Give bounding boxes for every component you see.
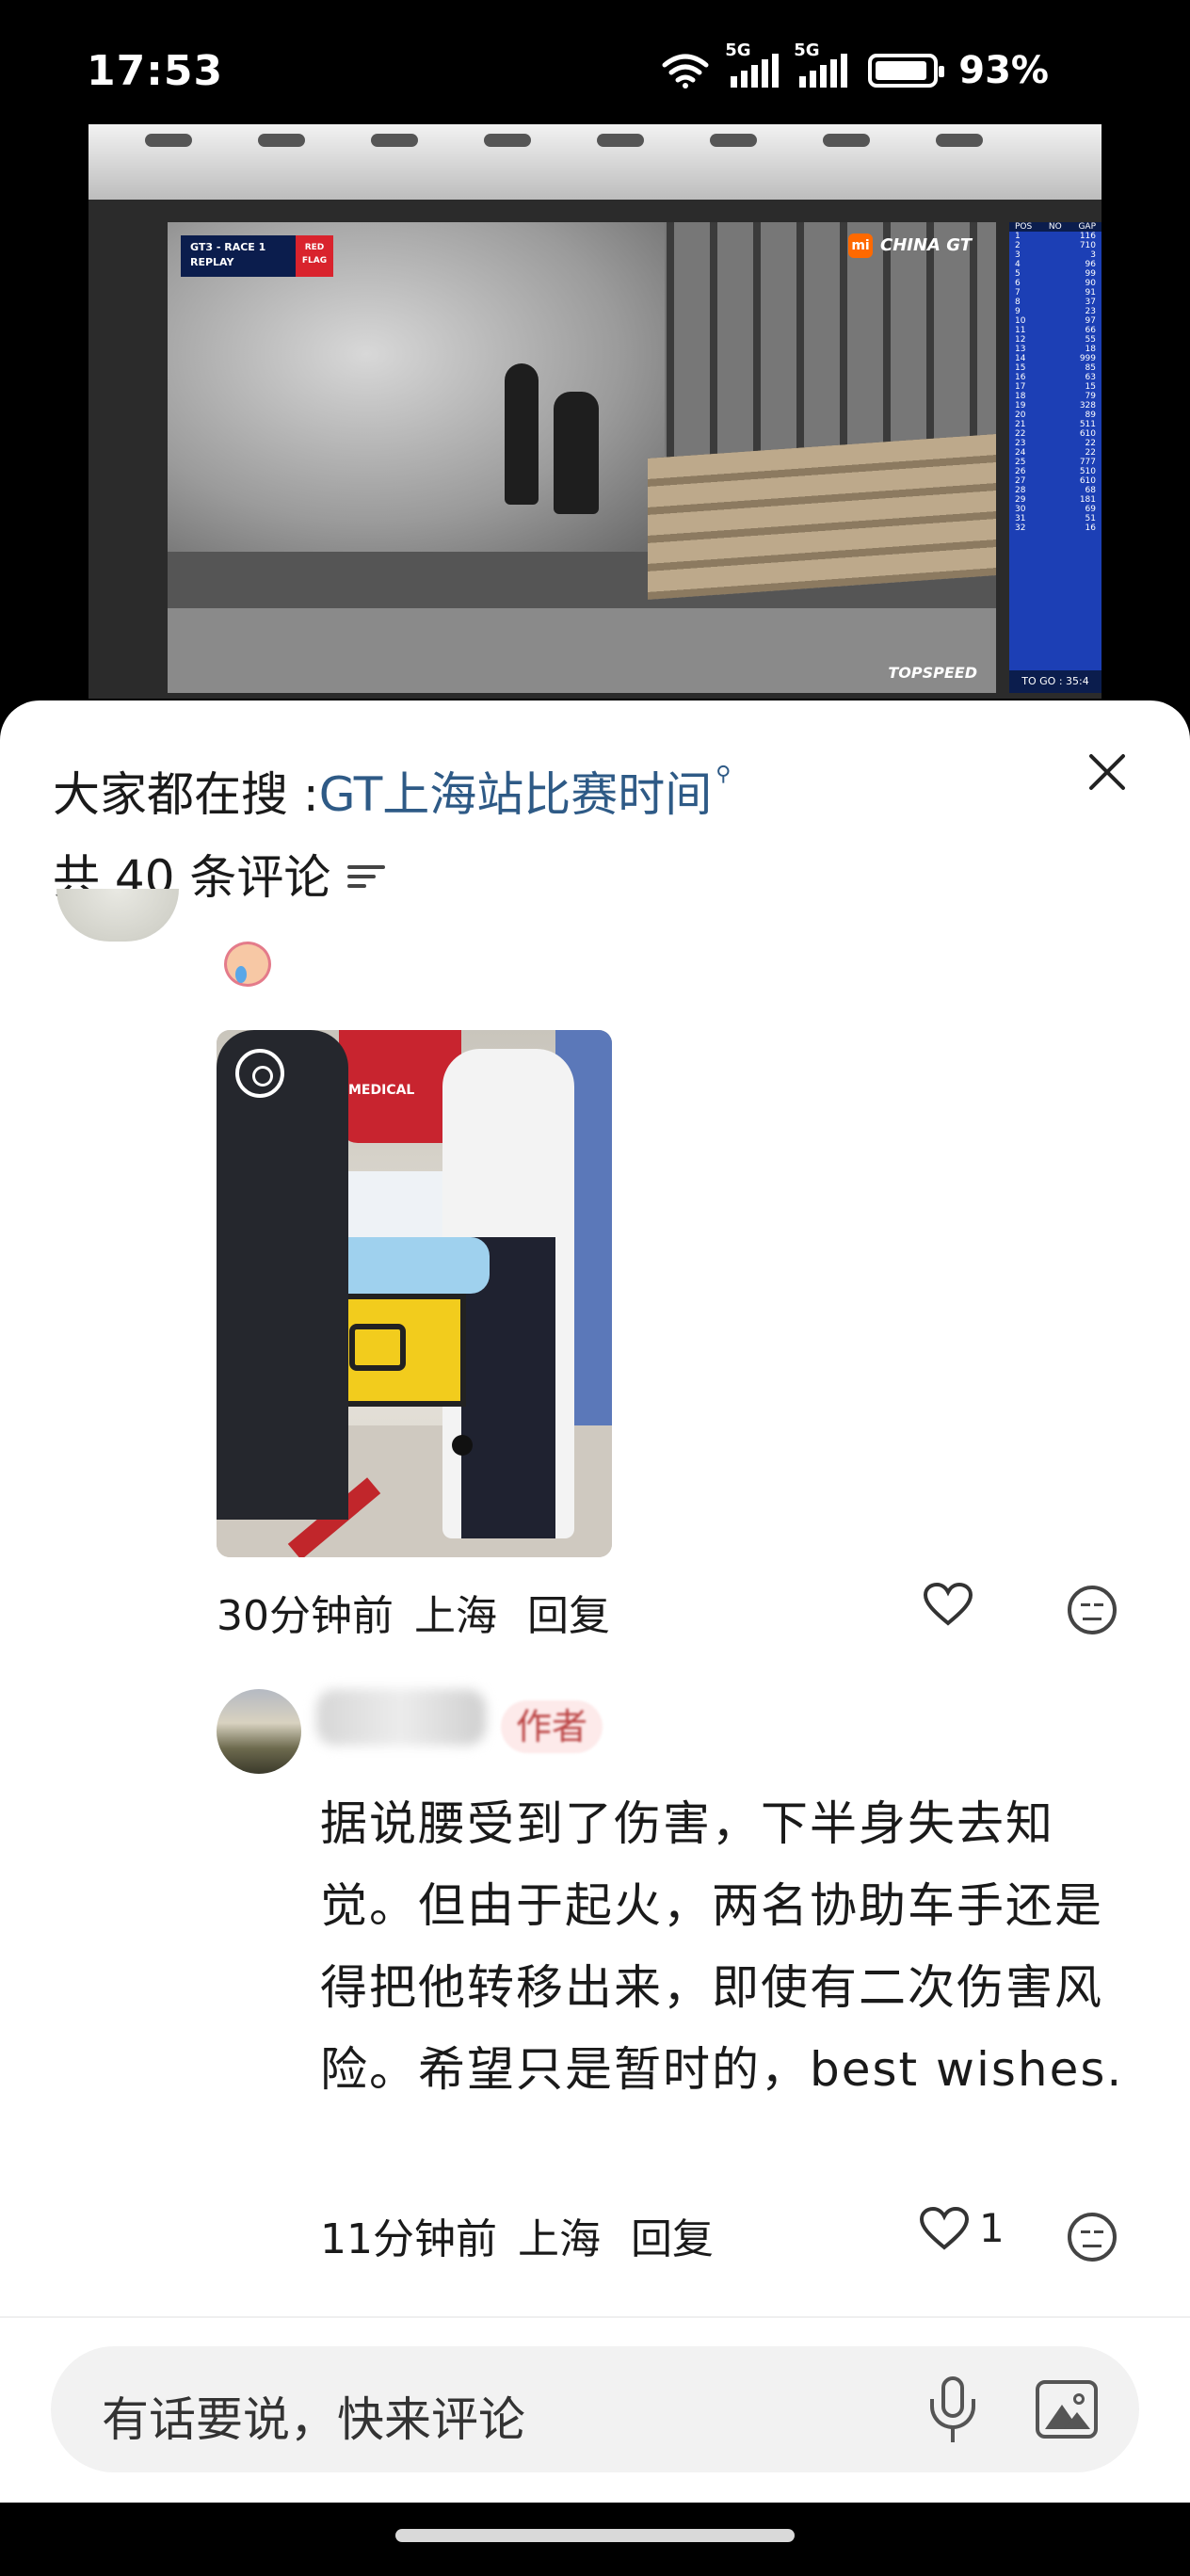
search-icon: ⚲	[716, 763, 732, 786]
timing-board-row: 15 85	[1015, 363, 1096, 373]
timing-board-row: 32 16	[1015, 523, 1096, 533]
trending-search[interactable]: 大家都在搜 : GT上海站比赛时间 ⚲	[53, 757, 731, 825]
battery-percent: 93%	[958, 49, 1049, 92]
timing-board-row: 19 328	[1015, 401, 1096, 411]
timing-board-row: 27 610	[1015, 476, 1096, 486]
wifi-icon	[662, 54, 709, 89]
filter-icon[interactable]	[347, 863, 386, 890]
signal-icon-2: 5G	[794, 40, 848, 88]
image-icon[interactable]	[1036, 2380, 1098, 2439]
ceiling	[88, 124, 1102, 200]
timing-board-row: 6 90	[1015, 279, 1096, 288]
trending-search-link[interactable]: GT上海站比赛时间	[319, 757, 713, 825]
timing-board-row: 10 97	[1015, 316, 1096, 326]
timing-board-row: 7 91	[1015, 288, 1096, 298]
timing-board-row: 18 79	[1015, 392, 1096, 401]
signal-icon-1: 5G	[725, 40, 780, 88]
timing-board-row: 12 55	[1015, 335, 1096, 345]
heart-icon	[923, 1582, 973, 1626]
reply-like-button[interactable]: 1	[919, 2205, 1005, 2251]
avatar[interactable]	[56, 889, 179, 942]
timing-board-row: 24 22	[1015, 448, 1096, 458]
status-time: 17:53	[87, 46, 224, 95]
network-type-2: 5G	[794, 40, 820, 60]
comment-time: 30分钟前	[217, 1592, 394, 1640]
time-to-go: TO GO : 35:4	[1009, 670, 1102, 693]
timing-board-row: 30 69	[1015, 505, 1096, 514]
network-type-1: 5G	[725, 40, 751, 60]
heart-icon	[919, 2206, 970, 2250]
comment-input[interactable]: 有话要说，快来评论	[51, 2346, 1139, 2472]
reply-like-count: 1	[979, 2205, 1005, 2251]
reply-location: 上海	[518, 2215, 601, 2263]
post-image[interactable]: GT3 - RACE 1 REPLAY RED FLAG mi CHINA GT T…	[88, 124, 1102, 699]
emoji-icon[interactable]	[1068, 2213, 1117, 2262]
comment-location: 上海	[414, 1592, 497, 1640]
timing-board-row: 26 510	[1015, 467, 1096, 476]
timing-board-row: 4 96	[1015, 260, 1096, 269]
topspeed-watermark: TOPSPEED	[888, 664, 977, 682]
timing-board-row: 14 999	[1015, 354, 1096, 363]
timing-board-row: 16 63	[1015, 373, 1096, 382]
timing-board-row: 9 23	[1015, 307, 1096, 316]
tv-screen: GT3 - RACE 1 REPLAY RED FLAG mi CHINA GT T…	[168, 222, 996, 693]
battery-level	[876, 61, 927, 80]
timing-board-row: 5 99	[1015, 269, 1096, 279]
china-gt-logo: mi CHINA GT	[848, 233, 972, 258]
comment-image[interactable]: MEDICAL	[217, 1030, 612, 1557]
divider	[0, 2316, 1190, 2318]
status-bar: 17:53 5G 5G 93%	[0, 0, 1190, 141]
reply-text: 据说腰受到了伤害，下半身失去知觉。但由于起火，两名协助车手还是得把他转移出来，即…	[320, 1796, 1124, 2097]
reply-button[interactable]: 回复	[527, 1582, 610, 1642]
timing-board-row: 17 15	[1015, 382, 1096, 392]
status-icons: 5G 5G 93%	[661, 40, 1049, 92]
reply-avatar[interactable]	[217, 1689, 301, 1774]
timing-board-row: 1 116	[1015, 232, 1096, 241]
replay-overlay: GT3 - RACE 1 REPLAY RED FLAG	[181, 235, 333, 277]
home-indicator[interactable]	[395, 2529, 795, 2542]
close-icon[interactable]	[1077, 742, 1137, 802]
trending-search-prefix: 大家都在搜 :	[53, 767, 319, 822]
mic-icon[interactable]	[925, 2376, 981, 2446]
timing-board-row: 11 66	[1015, 326, 1096, 335]
crying-face-emoji	[218, 940, 279, 992]
timing-board-row: 23 22	[1015, 439, 1096, 448]
timing-board: POS NO GAP 1 116 2 710 3 3 4 96 5 99 6 90 7 91 8 37 9 23 10 9…	[1009, 222, 1102, 693]
emoji-icon[interactable]	[1068, 1586, 1117, 1634]
reply-meta: 11分钟前 上海 回复	[320, 2205, 714, 2265]
timing-board-row: 20 89	[1015, 411, 1096, 420]
timing-board-row: 8 37	[1015, 298, 1096, 307]
timing-board-row: 13 18	[1015, 345, 1096, 354]
like-button[interactable]	[923, 1582, 973, 1627]
battery-icon	[868, 54, 945, 88]
comment-sheet: 大家都在搜 : GT上海站比赛时间 ⚲ 共 40 条评论 MEDICAL 30分…	[0, 700, 1190, 2503]
navigation-bar	[0, 2503, 1190, 2576]
reply-reply-button[interactable]: 回复	[631, 2205, 714, 2265]
timing-board-row: 28 68	[1015, 486, 1096, 495]
comment-input-placeholder: 有话要说，快来评论	[102, 2392, 525, 2447]
timing-board-row: 29 181	[1015, 495, 1096, 505]
timing-board-row: 21 511	[1015, 420, 1096, 429]
live-photo-icon[interactable]	[235, 1049, 284, 1098]
timing-board-row: 22 610	[1015, 429, 1096, 439]
timing-board-row: 2 710	[1015, 241, 1096, 250]
reply-time: 11分钟前	[320, 2215, 497, 2263]
reply-username-blurred[interactable]	[316, 1689, 486, 1746]
timing-board-row: 31 51	[1015, 514, 1096, 523]
timing-board-row: 33	[1015, 250, 1096, 260]
timing-board-row: 25 777	[1015, 458, 1096, 467]
comment-meta: 30分钟前 上海 回复	[217, 1582, 610, 1642]
red-flag-badge: RED FLAG	[296, 235, 333, 277]
author-badge: 作者	[501, 1700, 603, 1753]
